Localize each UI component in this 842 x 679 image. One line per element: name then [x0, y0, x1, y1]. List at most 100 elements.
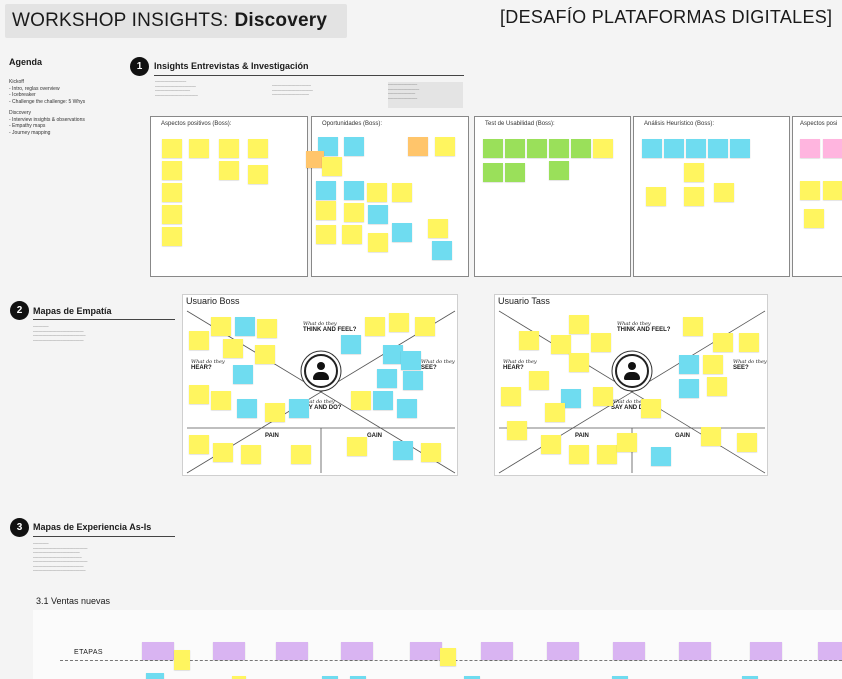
- sticky-note[interactable]: [428, 219, 448, 238]
- sticky-note[interactable]: [265, 403, 285, 422]
- sticky-note[interactable]: [545, 403, 565, 422]
- sticky-note[interactable]: [435, 137, 455, 156]
- sticky-note[interactable]: [501, 387, 521, 406]
- sticky-note[interactable]: [646, 187, 666, 206]
- sticky-note[interactable]: [189, 331, 209, 350]
- panel-test-usabilidad[interactable]: Test de Usabilidad (Boss):: [474, 116, 631, 277]
- sticky-note[interactable]: [397, 399, 417, 418]
- sticky-note[interactable]: [569, 445, 589, 464]
- whiteboard-canvas[interactable]: WORKSHOP INSIGHTS: Discovery [DESAFÍO PL…: [0, 0, 842, 679]
- sticky-note[interactable]: [519, 331, 539, 350]
- sticky-note[interactable]: [162, 161, 182, 180]
- sticky-note[interactable]: [597, 445, 617, 464]
- sticky-note[interactable]: [679, 379, 699, 398]
- sticky-note[interactable]: [162, 205, 182, 224]
- sticky-note[interactable]: [219, 139, 239, 158]
- sticky-note[interactable]: [507, 421, 527, 440]
- sticky-note[interactable]: [393, 441, 413, 460]
- sticky-note[interactable]: [189, 385, 209, 404]
- sticky-note[interactable]: [235, 317, 255, 336]
- sticky-note[interactable]: [421, 443, 441, 462]
- sticky-note[interactable]: [823, 139, 842, 158]
- sticky-note[interactable]: [233, 365, 253, 384]
- sticky-note[interactable]: [237, 399, 257, 418]
- sticky-note[interactable]: [527, 139, 547, 158]
- sticky-note[interactable]: [403, 371, 423, 390]
- stage-note[interactable]: [818, 642, 842, 660]
- sticky-note[interactable]: [373, 391, 393, 410]
- sticky-note[interactable]: [549, 139, 569, 158]
- sticky-note[interactable]: [213, 443, 233, 462]
- sticky-note[interactable]: [392, 223, 412, 242]
- sticky-note[interactable]: [189, 435, 209, 454]
- sticky-note[interactable]: [529, 371, 549, 390]
- sticky-note[interactable]: [571, 139, 591, 158]
- sticky-note[interactable]: [368, 233, 388, 252]
- sticky-note[interactable]: [255, 345, 275, 364]
- empathy-map-boss[interactable]: Usuario Boss What do they THINK AND FEEL?…: [182, 294, 458, 476]
- empathy-map-tass[interactable]: Usuario Tass What do they THINK AND FEEL?…: [494, 294, 768, 476]
- sticky-note[interactable]: [686, 139, 706, 158]
- sticky-note[interactable]: [823, 181, 842, 200]
- sticky-note[interactable]: [257, 319, 277, 338]
- sticky-note[interactable]: [642, 139, 662, 158]
- sticky-note[interactable]: [389, 313, 409, 332]
- sticky-note[interactable]: [289, 399, 309, 418]
- sticky-note[interactable]: [651, 447, 671, 466]
- sticky-note[interactable]: [211, 317, 231, 336]
- sticky-note[interactable]: [365, 317, 385, 336]
- sticky-note[interactable]: [440, 648, 456, 666]
- sticky-note[interactable]: [739, 333, 759, 352]
- stage-note[interactable]: [410, 642, 442, 660]
- sticky-note[interactable]: [162, 139, 182, 158]
- sticky-note[interactable]: [377, 369, 397, 388]
- sticky-note[interactable]: [617, 433, 637, 452]
- sticky-note[interactable]: [800, 181, 820, 200]
- panel-analisis-heuristico[interactable]: Análisis Heurístico (Boss):: [633, 116, 790, 277]
- sticky-note[interactable]: [664, 139, 684, 158]
- stage-note[interactable]: [750, 642, 782, 660]
- stage-note[interactable]: [613, 642, 645, 660]
- sticky-note[interactable]: [342, 225, 362, 244]
- sticky-note[interactable]: [408, 137, 428, 156]
- sticky-note[interactable]: [483, 163, 503, 182]
- sticky-note[interactable]: [569, 353, 589, 372]
- sticky-note[interactable]: [341, 335, 361, 354]
- sticky-note[interactable]: [714, 183, 734, 202]
- sticky-note[interactable]: [708, 139, 728, 158]
- sticky-note[interactable]: [174, 650, 190, 670]
- sticky-note[interactable]: [713, 333, 733, 352]
- sticky-note[interactable]: [591, 333, 611, 352]
- sticky-note[interactable]: [684, 163, 704, 182]
- sticky-note[interactable]: [432, 241, 452, 260]
- sticky-note[interactable]: [223, 339, 243, 358]
- sticky-note[interactable]: [347, 437, 367, 456]
- sticky-note[interactable]: [368, 205, 388, 224]
- sticky-note[interactable]: [146, 673, 164, 679]
- sticky-note[interactable]: [344, 203, 364, 222]
- sticky-note[interactable]: [415, 317, 435, 336]
- sticky-note[interactable]: [707, 377, 727, 396]
- sticky-note[interactable]: [351, 391, 371, 410]
- stage-note[interactable]: [213, 642, 245, 660]
- sticky-note[interactable]: [737, 433, 757, 452]
- sticky-note[interactable]: [344, 137, 364, 156]
- sticky-note[interactable]: [316, 181, 336, 200]
- sticky-note[interactable]: [248, 165, 268, 184]
- sticky-note[interactable]: [505, 163, 525, 182]
- sticky-note[interactable]: [505, 139, 525, 158]
- sticky-note[interactable]: [219, 161, 239, 180]
- sticky-note[interactable]: [483, 139, 503, 158]
- sticky-note[interactable]: [641, 399, 661, 418]
- sticky-note[interactable]: [684, 187, 704, 206]
- sticky-note[interactable]: [549, 161, 569, 180]
- sticky-note[interactable]: [291, 445, 311, 464]
- sticky-note[interactable]: [541, 435, 561, 454]
- sticky-note[interactable]: [804, 209, 824, 228]
- sticky-note[interactable]: [701, 427, 721, 446]
- panel-aspectos-positivos-2[interactable]: Aspectos posi: [792, 116, 842, 277]
- sticky-note[interactable]: [800, 139, 820, 158]
- sticky-note[interactable]: [316, 201, 336, 220]
- panel-aspectos-positivos[interactable]: Aspectos positivos (Boss):: [150, 116, 308, 277]
- stage-note[interactable]: [341, 642, 373, 660]
